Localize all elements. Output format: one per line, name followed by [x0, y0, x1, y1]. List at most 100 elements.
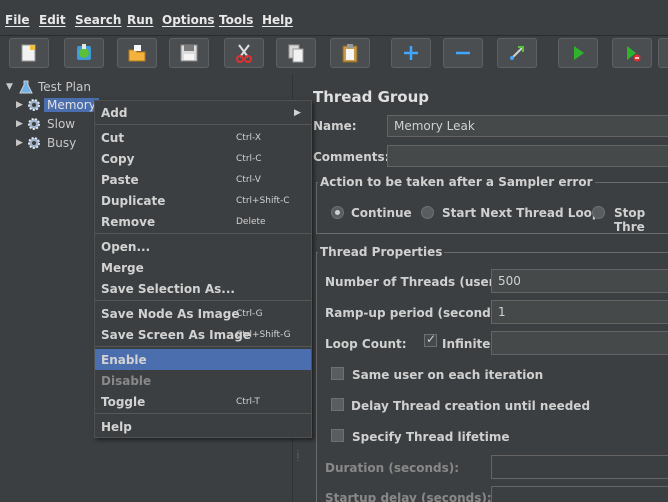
tree-item-slow[interactable]: ▶ Slow: [16, 115, 75, 133]
menu-run[interactable]: Run: [127, 13, 153, 27]
tree-item-label: Busy: [47, 136, 77, 150]
thread-lifetime-label[interactable]: Specify Thread lifetime: [352, 430, 510, 444]
open-icon: [128, 45, 146, 62]
chevron-down-icon[interactable]: ▼: [6, 82, 16, 92]
gear-icon: [28, 118, 40, 130]
start-button[interactable]: [558, 38, 598, 68]
comments-field[interactable]: [387, 145, 668, 167]
menu-item-disable[interactable]: Disable: [95, 370, 311, 391]
gear-icon: [28, 99, 40, 111]
cut-button[interactable]: [224, 38, 264, 68]
menu-options[interactable]: Options: [162, 13, 215, 27]
threads-field[interactable]: 500: [491, 269, 668, 293]
menu-item-duplicate[interactable]: Duplicate Ctrl+Shift-C: [95, 190, 311, 211]
startup-delay-label: Startup delay (seconds):: [325, 491, 492, 502]
tree-root[interactable]: ▼ Test Plan: [6, 78, 91, 96]
menu-item-label: Paste: [101, 172, 139, 187]
menu-item-enable[interactable]: Enable: [95, 349, 311, 370]
stop-thread-label[interactable]: Stop Thre: [614, 206, 668, 234]
menu-item-help[interactable]: Help: [95, 416, 311, 437]
thread-lifetime-checkbox[interactable]: [331, 429, 344, 442]
loop-count-label: Loop Count:: [325, 337, 407, 351]
loop-count-field[interactable]: [491, 331, 668, 355]
error-action-legend: Action to be taken after a Sampler error: [318, 175, 595, 189]
menu-item-shortcut: Ctrl+Shift-G: [236, 329, 291, 340]
menu-item-save-screen-image[interactable]: Save Screen As Image Ctrl+Shift-G: [95, 324, 311, 345]
save-button[interactable]: [169, 38, 209, 68]
name-field[interactable]: Memory Leak: [387, 115, 668, 137]
stop-thread-radio[interactable]: [592, 206, 605, 219]
menu-item-label: Save Selection As...: [101, 281, 235, 296]
tree-item-memory[interactable]: ▶ Memory: [16, 96, 99, 114]
copy-button[interactable]: [276, 38, 316, 68]
toolbar: [0, 36, 668, 74]
open-button[interactable]: [117, 38, 157, 68]
menu-search[interactable]: Search: [75, 13, 121, 27]
menu-item-remove[interactable]: Remove Delete: [95, 211, 311, 232]
paste-button[interactable]: [330, 38, 370, 68]
menu-separator: [95, 300, 311, 301]
menu-item-save-node-image[interactable]: Save Node As Image Ctrl-G: [95, 303, 311, 324]
new-button[interactable]: [9, 38, 49, 68]
menu-help[interactable]: Help: [262, 13, 293, 27]
start-no-pauses-button[interactable]: [612, 38, 652, 68]
tree-item-busy[interactable]: ▶ Busy: [16, 134, 76, 152]
same-user-label[interactable]: Same user on each iteration: [352, 368, 543, 382]
menu-item-label: Save Node As Image: [101, 306, 240, 321]
menu-item-shortcut: Ctrl-X: [236, 132, 261, 143]
menu-item-cut[interactable]: Cut Ctrl-X: [95, 127, 311, 148]
overflow-button[interactable]: [658, 38, 668, 68]
templates-button[interactable]: [64, 38, 104, 68]
menu-item-label: Add: [101, 105, 128, 120]
tree-item-label: Slow: [47, 117, 76, 131]
rampup-field[interactable]: 1: [491, 300, 668, 324]
context-menu: Add ▶ Cut Ctrl-X Copy Ctrl-C Paste Ctrl-…: [94, 100, 312, 438]
chevron-right-icon[interactable]: ▶: [16, 138, 26, 148]
toggle-icon: [510, 46, 524, 60]
menu-item-save-selection[interactable]: Save Selection As...: [95, 278, 311, 299]
rampup-label: Ramp-up period (seconds):: [325, 306, 509, 320]
menu-item-shortcut: Ctrl-C: [236, 153, 262, 164]
infinite-label[interactable]: Infinite: [442, 337, 490, 351]
continue-radio[interactable]: [331, 206, 344, 219]
menu-item-copy[interactable]: Copy Ctrl-C: [95, 148, 311, 169]
start-next-loop-label[interactable]: Start Next Thread Loop: [442, 206, 601, 220]
menu-item-open[interactable]: Open...: [95, 236, 311, 257]
collapse-all-button[interactable]: [443, 38, 483, 68]
menu-item-shortcut: Ctrl-G: [236, 308, 263, 319]
menu-item-label: Save Screen As Image: [101, 327, 251, 342]
menu-item-label: Cut: [101, 130, 125, 145]
infinite-checkbox[interactable]: [424, 332, 437, 347]
menu-edit[interactable]: Edit: [39, 13, 66, 27]
same-user-checkbox[interactable]: [331, 367, 344, 380]
expand-all-button[interactable]: [391, 38, 431, 68]
toggle-button[interactable]: [497, 38, 537, 68]
menu-file[interactable]: File: [5, 13, 30, 27]
menu-item-label: Toggle: [101, 394, 146, 409]
chevron-right-icon[interactable]: ▶: [16, 119, 26, 129]
templates-icon: [77, 44, 91, 60]
delay-thread-checkbox[interactable]: [331, 398, 344, 411]
threads-label: Number of Threads (users):: [325, 275, 513, 289]
new-icon: [21, 44, 36, 62]
flask-icon: [19, 80, 33, 94]
menu-item-paste[interactable]: Paste Ctrl-V: [95, 169, 311, 190]
continue-label[interactable]: Continue: [351, 206, 412, 220]
startup-delay-field[interactable]: [491, 486, 668, 502]
menu-item-label: Disable: [101, 373, 152, 388]
splitter-grip-icon[interactable]: ⋮ ⋮: [294, 450, 302, 472]
chevron-right-icon[interactable]: ▶: [16, 100, 26, 110]
cut-icon: [236, 44, 252, 63]
start-next-loop-radio[interactable]: [421, 206, 434, 219]
menu-separator: [95, 233, 311, 234]
menu-item-toggle[interactable]: Toggle Ctrl-T: [95, 391, 311, 412]
menu-item-merge[interactable]: Merge: [95, 257, 311, 278]
menu-item-label: Remove: [101, 214, 156, 229]
menu-item-label: Open...: [101, 239, 151, 254]
menu-bar: File Edit Search Run Options Tools Help: [0, 0, 668, 36]
menu-tools[interactable]: Tools: [219, 13, 253, 27]
menu-item-add[interactable]: Add ▶: [95, 102, 311, 123]
comments-label: Comments:: [313, 150, 390, 164]
duration-field[interactable]: [491, 455, 668, 479]
delay-thread-label[interactable]: Delay Thread creation until needed: [351, 399, 590, 413]
